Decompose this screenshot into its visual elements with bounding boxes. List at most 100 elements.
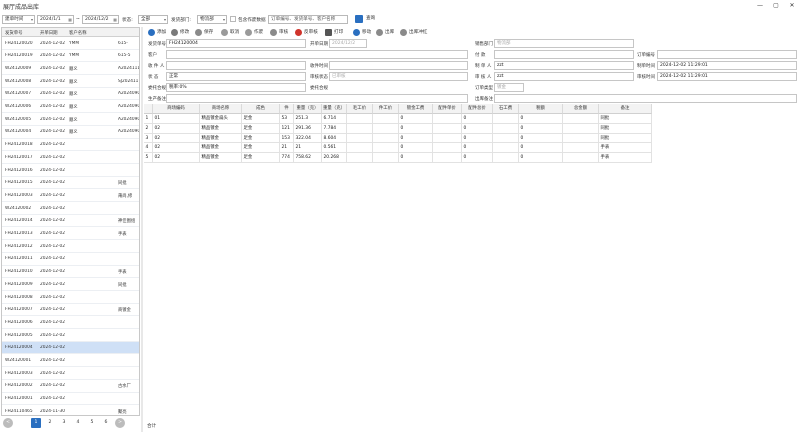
- grid-cell[interactable]: 291.36: [294, 123, 322, 134]
- list-item[interactable]: W24120001 2024-12-02: [2, 355, 139, 368]
- grid-cell[interactable]: 0: [519, 123, 563, 134]
- remark-field[interactable]: [166, 94, 468, 103]
- outbound-remark-field[interactable]: [494, 94, 797, 103]
- grid-cell[interactable]: 0: [399, 114, 433, 124]
- grid-cell[interactable]: 手表: [599, 153, 652, 163]
- make-time-field[interactable]: 2024-12-02 11:29:01: [657, 61, 797, 70]
- payer-field[interactable]: [494, 50, 634, 59]
- grid-cell[interactable]: [347, 153, 373, 163]
- audit-button[interactable]: 审核: [270, 28, 288, 37]
- col-ship-no[interactable]: 发货单号: [5, 30, 23, 36]
- grid-header-cell[interactable]: 备注: [599, 104, 652, 114]
- grid-header-cell[interactable]: 商场编码: [153, 104, 200, 114]
- grid-cell[interactable]: [433, 133, 462, 144]
- grid-cell[interactable]: [493, 123, 519, 134]
- col-customer[interactable]: 客户名称: [69, 30, 87, 36]
- page-3-button[interactable]: 3: [59, 418, 69, 428]
- grid-cell[interactable]: 02: [153, 143, 200, 154]
- list-item[interactable]: FH24120012 2024-12-02: [2, 240, 139, 253]
- grid-cell[interactable]: [493, 133, 519, 144]
- maker-field[interactable]: zzt: [494, 61, 634, 70]
- grid-cell[interactable]: 758.62: [294, 153, 322, 163]
- grid-cell[interactable]: 01: [153, 114, 200, 124]
- splitter[interactable]: [141, 27, 143, 432]
- grid-cell[interactable]: [433, 114, 462, 124]
- grid-cell[interactable]: [347, 123, 373, 134]
- list-item[interactable]: FH24120004 2024-12-02: [2, 341, 139, 355]
- auditor-field[interactable]: zzt: [494, 72, 634, 81]
- ship-no-field[interactable]: FH24120004: [166, 39, 306, 48]
- list-item[interactable]: FH24120020 2024-12-02 YMM 615-: [2, 37, 139, 50]
- grid-cell[interactable]: 02: [153, 153, 200, 163]
- grid-cell[interactable]: 2: [144, 123, 153, 134]
- grid-cell[interactable]: 7.784: [322, 123, 347, 134]
- grid-cell[interactable]: 21: [280, 143, 294, 154]
- grid-cell[interactable]: 1: [144, 114, 153, 124]
- grid-cell[interactable]: [347, 114, 373, 124]
- date-from-input[interactable]: 2024/1/1 ▦: [37, 15, 74, 24]
- list-item[interactable]: FH24120008 2024-12-02: [2, 291, 139, 304]
- grid-cell[interactable]: [347, 133, 373, 144]
- list-item[interactable]: W24120008 2024-12-02 顺义 SJ202411: [2, 75, 139, 88]
- order-no-field[interactable]: [657, 50, 797, 59]
- list-item[interactable]: FH24120005 2024-12-02: [2, 329, 139, 342]
- grid-cell[interactable]: 同批: [599, 123, 652, 134]
- grid-cell[interactable]: 3: [144, 133, 153, 144]
- grid-cell[interactable]: 足金: [242, 114, 280, 124]
- grid-header-cell[interactable]: 商场名称: [200, 104, 242, 114]
- grid-header-cell[interactable]: 镀金工费: [399, 104, 433, 114]
- grid-cell[interactable]: [563, 114, 599, 124]
- unaudit-button[interactable]: 反审核: [295, 28, 318, 37]
- grid-header-cell[interactable]: 重量（克）: [294, 104, 322, 114]
- grid-cell[interactable]: 0: [462, 114, 493, 124]
- grid-cell[interactable]: 足金: [242, 143, 280, 154]
- page-2-button[interactable]: 2: [45, 418, 55, 428]
- grid-header-cell[interactable]: 税额: [519, 104, 563, 114]
- grid-header-cell[interactable]: 成色: [242, 104, 280, 114]
- list-item[interactable]: W24120002 2024-12-02: [2, 202, 139, 215]
- list-item[interactable]: W24120004 2024-12-02 顺义 A2024090: [2, 126, 139, 139]
- grid-cell[interactable]: [563, 133, 599, 144]
- list-item[interactable]: FH24120006 2024-12-02: [2, 316, 139, 330]
- grid-cell[interactable]: [373, 143, 399, 154]
- grid-cell[interactable]: 8.604: [322, 133, 347, 144]
- contract-field[interactable]: 税率:0%: [166, 83, 306, 92]
- grid-cell[interactable]: [563, 153, 599, 163]
- grid-cell[interactable]: 0: [519, 153, 563, 163]
- page-1-button[interactable]: 1: [31, 418, 41, 428]
- grid-cell[interactable]: [373, 123, 399, 134]
- list-item[interactable]: FH24120009 2024-12-02 同批: [2, 278, 139, 291]
- grid-header-cell[interactable]: 配件总价: [462, 104, 493, 114]
- page-5-button[interactable]: 5: [87, 418, 97, 428]
- grid-cell[interactable]: [493, 114, 519, 124]
- grid-header-cell[interactable]: 总金额: [563, 104, 599, 114]
- list-item[interactable]: FH24120015 2024-12-02 同批: [2, 177, 139, 190]
- grid-cell[interactable]: 0: [399, 153, 433, 163]
- next-page-button[interactable]: >: [115, 418, 125, 428]
- prev-page-button[interactable]: <: [3, 418, 13, 428]
- audit-status-select[interactable]: 已审核: [329, 72, 468, 81]
- grid-cell[interactable]: 精品镀金扁头: [200, 114, 242, 124]
- receive-time-field[interactable]: [329, 61, 468, 70]
- grid-cell[interactable]: 5: [144, 153, 153, 163]
- grid-cell[interactable]: [493, 153, 519, 163]
- open-date-field[interactable]: 2024/12/2: [329, 39, 367, 48]
- page-6-button[interactable]: 6: [101, 418, 111, 428]
- list-item[interactable]: FH24110465 2024-11-30 聚亮: [2, 405, 139, 415]
- grid-cell[interactable]: 手表: [599, 143, 652, 154]
- grid-cell[interactable]: 6.714: [322, 114, 347, 124]
- order-type-select[interactable]: 镀金: [494, 83, 524, 92]
- list-item[interactable]: FH24120011 2024-12-02: [2, 253, 139, 266]
- grid-cell[interactable]: 121: [280, 123, 294, 134]
- grid-cell[interactable]: 20.268: [322, 153, 347, 163]
- time-type-select[interactable]: 建单时间 ▾: [2, 15, 35, 24]
- list-item[interactable]: FH24120013 2024-12-02 手表: [2, 228, 139, 241]
- customer-field[interactable]: [166, 50, 468, 59]
- list-item[interactable]: FH24120018 2024-12-02: [2, 139, 139, 152]
- status-field[interactable]: 正常: [166, 72, 306, 81]
- grid-cell[interactable]: 精品镀金: [200, 123, 242, 134]
- grid-cell[interactable]: 153: [280, 133, 294, 144]
- grid-header-cell[interactable]: 毛工价: [347, 104, 373, 114]
- outbound-button[interactable]: 出库: [376, 28, 394, 37]
- grid-header-cell[interactable]: 石工费: [493, 104, 519, 114]
